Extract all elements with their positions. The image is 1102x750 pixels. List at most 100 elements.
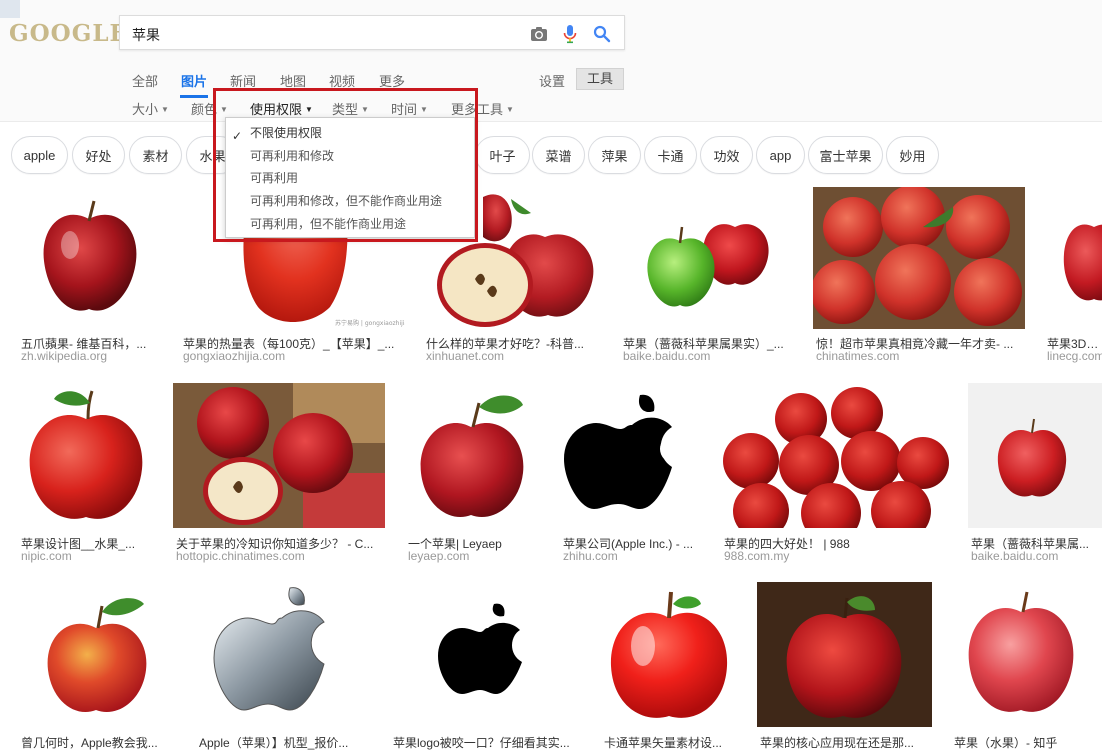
result-thumbnail[interactable] <box>951 582 1092 727</box>
chip[interactable]: 功效 <box>700 136 753 174</box>
corner-tab <box>0 0 20 18</box>
image-result[interactable]: 苹果的核心应用现在还是那... <box>757 582 934 750</box>
filter-time[interactable]: 时间 ▼ <box>391 99 428 118</box>
checkmark-icon: ✓ <box>232 129 243 143</box>
result-site: zh.wikipedia.org <box>21 349 108 363</box>
caret-down-icon: ▼ <box>305 105 313 114</box>
caret-down-icon: ▼ <box>361 105 369 114</box>
tab-all[interactable]: 全部 <box>132 71 158 90</box>
result-thumbnail[interactable] <box>18 582 177 727</box>
search-box[interactable]: 苹果 <box>119 15 625 50</box>
result-thumbnail[interactable] <box>18 383 154 528</box>
menu-item-reuse-noncommercial[interactable]: 可再利用，但不能作商业用途 <box>250 215 406 232</box>
chip[interactable]: app <box>756 136 805 174</box>
result-title[interactable]: 苹果的核心应用现在还是那... <box>760 734 932 750</box>
filter-usage-rights[interactable]: 使用权限 ▼ <box>250 99 313 118</box>
result-site: nipic.com <box>21 549 72 563</box>
filter-size[interactable]: 大小 ▼ <box>132 99 169 118</box>
image-result[interactable]: 苹果（蔷薇科苹果属果实）_... baike.baidu.com <box>620 187 795 365</box>
chip[interactable]: 妙用 <box>886 136 939 174</box>
image-result[interactable]: 苹果的四大好处！ | 988 988.com.my <box>721 383 951 563</box>
chip[interactable]: 卡通 <box>644 136 697 174</box>
result-thumbnail[interactable] <box>405 383 540 528</box>
apple-logo-icon <box>438 603 535 694</box>
image-result[interactable]: Apple（苹果）】机型_报价... <box>196 582 373 750</box>
chip[interactable]: 叶子 <box>475 136 530 174</box>
menu-item-reuse[interactable]: 可再利用 <box>250 169 298 186</box>
chip[interactable]: 好处 <box>72 136 125 174</box>
google-logo[interactable]: GOOGLE <box>9 20 128 47</box>
image-result[interactable]: 曾几何时，Apple教会我... <box>18 582 178 750</box>
tab-news[interactable]: 新闻 <box>230 71 256 90</box>
result-site: zhihu.com <box>563 549 618 563</box>
result-site: chinatimes.com <box>816 349 900 363</box>
result-thumbnail[interactable] <box>1044 187 1102 329</box>
chip[interactable]: apple <box>11 136 68 174</box>
image-result[interactable]: 五爪蘋果- 维基百科，... zh.wikipedia.org <box>18 187 163 365</box>
result-title[interactable]: 卡通苹果矢量素材设... <box>604 734 740 750</box>
result-thumbnail[interactable] <box>196 582 371 727</box>
tab-maps[interactable]: 地图 <box>280 71 306 90</box>
result-thumbnail[interactable] <box>173 383 385 528</box>
result-site: 988.com.my <box>724 549 790 563</box>
chip[interactable]: 富士苹果 <box>808 136 883 174</box>
settings-link[interactable]: 设置 <box>539 71 565 90</box>
microphone-icon[interactable] <box>560 24 580 44</box>
image-result[interactable]: 苹果logo被咬一口？仔细看其实... <box>390 582 584 750</box>
chip[interactable]: 素材 <box>129 136 182 174</box>
tab-videos[interactable]: 视频 <box>329 71 355 90</box>
chip[interactable]: 萍果 <box>588 136 641 174</box>
image-result[interactable]: 一个苹果| Leyaep leyaep.com <box>405 383 542 563</box>
image-result[interactable]: 苹果3D模型 linecg.com <box>1044 187 1102 365</box>
result-thumbnail[interactable] <box>560 383 702 528</box>
apple-logo-icon <box>564 394 688 509</box>
filter-type-label: 类型 <box>332 102 359 117</box>
active-tab-indicator <box>180 95 208 98</box>
result-site: gongxiaozhijia.com <box>183 349 286 363</box>
filter-more-tools-label: 更多工具 <box>451 102 504 117</box>
result-thumbnail[interactable] <box>620 187 793 329</box>
tab-more[interactable]: 更多 <box>379 71 405 90</box>
filter-color[interactable]: 颜色 ▼ <box>191 99 228 118</box>
result-thumbnail[interactable] <box>721 383 949 528</box>
result-thumbnail[interactable] <box>390 582 583 727</box>
result-thumbnail[interactable] <box>813 187 1025 329</box>
result-site: baike.baidu.com <box>623 349 711 363</box>
result-thumbnail[interactable] <box>18 187 161 329</box>
image-result[interactable]: 惊！超市苹果真相竟冷藏一年才卖- ... chinatimes.com <box>813 187 1026 365</box>
image-result[interactable]: 苹果（蔷薇科苹果属... baike.baidu.com <box>968 383 1102 563</box>
usage-rights-menu: ✓ 不限使用权限 可再利用和修改 可再利用 可再利用和修改，但不能作商业用途 可… <box>225 117 475 238</box>
result-thumbnail[interactable] <box>968 383 1102 528</box>
menu-item-any-license[interactable]: 不限使用权限 <box>250 124 322 141</box>
image-result[interactable]: 苹果（水果）- 知乎 <box>951 582 1093 750</box>
result-title[interactable]: 苹果（水果）- 知乎 <box>954 734 1093 750</box>
result-thumbnail[interactable] <box>757 582 932 727</box>
chip[interactable]: 菜谱 <box>532 136 585 174</box>
image-result[interactable]: 关于苹果的冷知识你知道多少？ - C... hottopic.chinatime… <box>173 383 387 563</box>
tools-button[interactable]: 工具 <box>576 68 624 90</box>
tools-filter-bar: 大小 ▼ 颜色 ▼ 使用权限 ▼ 类型 ▼ 时间 ▼ 更多工具 ▼ <box>0 99 1102 119</box>
result-title[interactable]: 曾几何时，Apple教会我... <box>21 734 177 750</box>
apple-logo-icon <box>213 587 344 711</box>
filter-usage-rights-label: 使用权限 <box>250 102 303 117</box>
image-result[interactable]: 卡通苹果矢量素材设... <box>601 582 740 750</box>
filter-more-tools[interactable]: 更多工具 ▼ <box>451 99 514 118</box>
image-result[interactable]: 苹果设计图__水果_... nipic.com <box>18 383 155 563</box>
filter-type[interactable]: 类型 ▼ <box>332 99 369 118</box>
menu-item-reuse-modify-noncommercial[interactable]: 可再利用和修改，但不能作商业用途 <box>250 192 442 209</box>
tab-images[interactable]: 图片 <box>181 71 207 90</box>
result-site: leyaep.com <box>408 549 470 563</box>
search-input[interactable]: 苹果 <box>132 25 160 45</box>
search-icon[interactable] <box>592 24 612 44</box>
result-thumbnail[interactable] <box>601 582 739 727</box>
image-search-page: GOOGLE 苹果 全部 图片 新闻 地图 视频 更多 设置 工具 大小 ▼ 颜… <box>0 0 1102 750</box>
result-title[interactable]: 苹果logo被咬一口？仔细看其实... <box>393 734 583 750</box>
result-title[interactable]: Apple（苹果）】机型_报价... <box>199 734 371 750</box>
camera-icon[interactable] <box>529 24 549 44</box>
caret-down-icon: ▼ <box>506 105 514 114</box>
filter-time-label: 时间 <box>391 102 418 117</box>
menu-item-reuse-modify[interactable]: 可再利用和修改 <box>250 147 334 164</box>
result-site: baike.baidu.com <box>971 549 1059 563</box>
caret-down-icon: ▼ <box>420 105 428 114</box>
image-result[interactable]: 苹果公司(Apple Inc.) - ... zhihu.com <box>560 383 704 563</box>
